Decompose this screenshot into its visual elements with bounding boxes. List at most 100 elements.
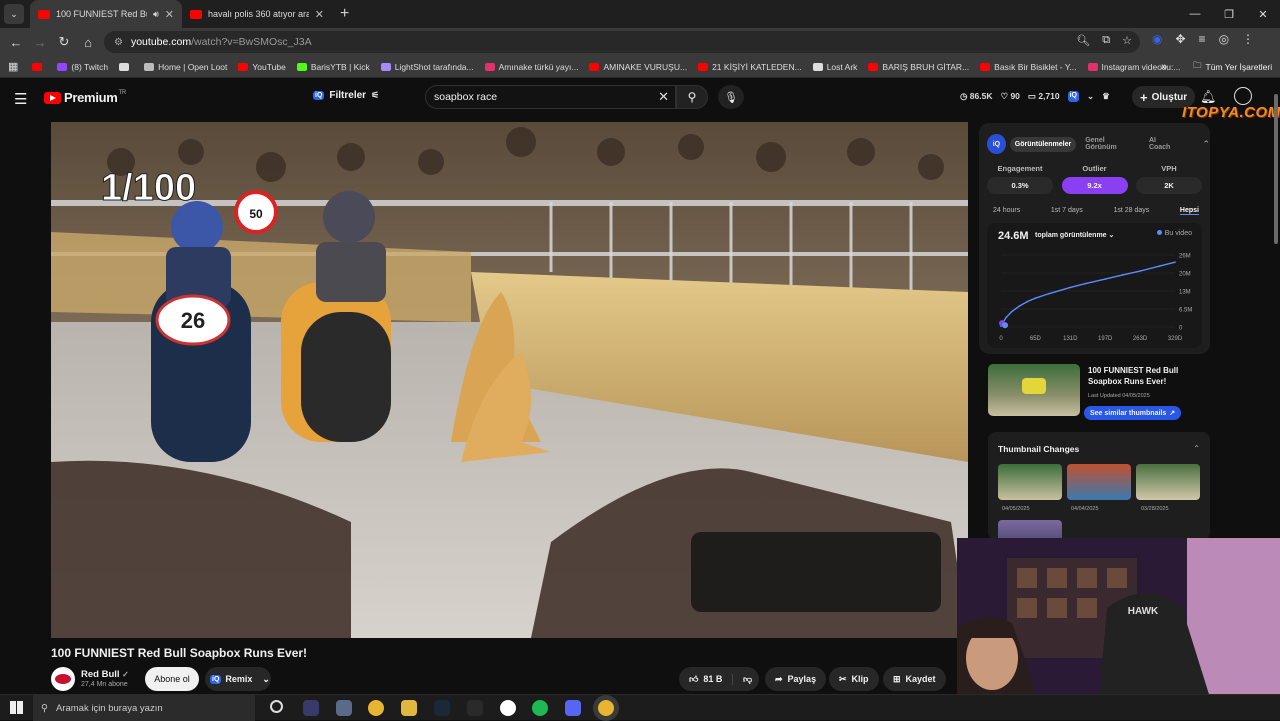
remix-button[interactable]: iQ Remix ⌄ [205,667,271,691]
steam-icon[interactable] [434,700,450,716]
like-button[interactable]: 👍︎ 81 B [679,674,727,685]
bookmark-item[interactable]: BarisYTB | Kick [296,62,370,72]
save-button[interactable]: ⊞ Kaydet [883,667,946,691]
range-24h[interactable]: 24 hours [993,207,1020,215]
puzzle-icon[interactable]: ✥ [1175,32,1185,46]
views-type-dropdown[interactable]: toplam görüntülenme ⌄ [1035,231,1114,239]
forward-icon[interactable]: → [28,35,52,50]
home-icon[interactable]: ⌂ [76,35,100,50]
bookmarks-overflow-icon[interactable]: » [1161,61,1167,73]
chrome-icon[interactable] [368,700,384,716]
close-tab-icon[interactable]: ✕ [315,8,324,21]
thumbnail-version[interactable] [1067,464,1131,500]
voice-search-button[interactable]: 🎙︎ [718,85,744,109]
folder-icon[interactable] [401,700,417,716]
bookmark-item[interactable] [119,62,133,71]
chrome-active-icon[interactable] [598,700,614,716]
x-tick-label: 65D [1030,336,1042,342]
thumbnail-change-marker[interactable] [1002,322,1009,329]
iq-icon: iQ [313,91,325,100]
bookmark-item[interactable]: Amınake türkü yayı... [484,62,578,72]
url-field[interactable]: ⚙ youtube.com/watch?v=BwSMOsc_J3A 🔍︎ ⧉ ☆ [104,31,1140,53]
youtube-logo[interactable]: Premium TR [44,90,126,105]
page-scrollbar[interactable] [1272,84,1280,244]
menu-icon[interactable]: ⋮ [1242,32,1254,46]
hamburger-menu-icon[interactable]: ☰ [14,90,27,108]
account-avatar[interactable] [1234,87,1252,105]
close-tab-icon[interactable]: ✕ [165,8,174,21]
x-tick-label: 0 [999,336,1003,342]
new-tab-button[interactable]: + [340,5,349,23]
range-28d[interactable]: 1st 28 days [1113,207,1149,215]
tab-search-button[interactable]: ⌄ [4,4,24,24]
app-icon[interactable] [467,700,483,716]
media-icon[interactable]: ≡ [1199,32,1206,46]
bookmarks-bar: ▦ (8) Twitch Home | Open Loot YouTube Baris… [0,56,1280,78]
thumbnail-version[interactable] [1136,464,1200,500]
share-button[interactable]: ➦ Paylaş [765,667,827,691]
install-icon[interactable]: ⧉ [1102,34,1110,47]
taskbar-search[interactable]: ⚲ Aramak için buraya yazın [33,695,255,721]
tab-overview[interactable]: Genel Görünüm [1080,133,1140,155]
bookmark-item[interactable]: YouTube [238,62,286,72]
bookmark-star-icon[interactable]: ☆ [1122,34,1132,47]
windows-start-icon[interactable] [10,701,23,714]
clear-search-icon[interactable]: ✕ [658,89,669,105]
bookmark-item[interactable]: Lost Ark [812,62,857,72]
chevron-up-icon[interactable]: ⌃ [1193,444,1200,453]
reload-icon[interactable]: ↻ [52,34,76,50]
spotify-icon[interactable] [532,700,548,716]
subscribe-button[interactable]: Abone ol [145,667,199,691]
all-bookmarks-folder[interactable]: 🗀 Tüm Yer İşaretleri [1193,60,1272,74]
channel-name[interactable]: Red Bull ✓ [81,669,129,680]
iq-icon[interactable]: iQ [1067,91,1079,102]
notifications-bell-icon[interactable]: 🔔︎ [1200,89,1217,105]
thumbnail-version[interactable] [998,520,1062,540]
video-player[interactable]: 26 50 1/100 [51,122,968,638]
dislike-button[interactable]: 👎︎ [732,673,752,685]
app-icon[interactable] [500,700,516,716]
collapse-icon[interactable]: ⌃ [1202,139,1210,150]
restore-icon[interactable]: ❐ [1212,0,1246,28]
site-info-icon[interactable]: ⚙ [114,37,123,48]
video-thumbnail[interactable] [988,364,1080,416]
search-button[interactable]: ⚲ [676,85,708,109]
bookmark-item[interactable]: BARIŞ BRUH GİTAR... [868,62,969,72]
url-actions: 🔍︎ ⧉ ☆ [1076,34,1132,47]
app-icon[interactable] [336,700,352,716]
chevron-down-icon[interactable]: ⌄ [1087,91,1094,102]
bookmark-item[interactable]: AMINAKE VURUŞU... [589,62,687,72]
data-point [1069,286,1072,289]
zoom-icon[interactable]: 🔍︎ [1076,34,1090,47]
trophy-icon[interactable]: ♛ [1102,91,1110,102]
similar-thumbnails-button[interactable]: See similar thumbnails ↗ [1084,406,1182,420]
bookmark-item[interactable]: LightShot tarafında... [380,62,474,72]
browser-tab-active[interactable]: 100 FUNNIEST Red Bull Soa 🔊︎ ✕ [30,0,182,28]
thumbnail-version[interactable] [998,464,1062,500]
search-input[interactable]: soapbox race ✕ [425,85,676,109]
range-all[interactable]: Hepsi [1179,207,1199,215]
bookmark-item[interactable]: 21 KİŞİYİ KATLEDEN... [698,62,802,72]
clip-button[interactable]: ✂ Klip [829,667,879,691]
extension-icon[interactable]: ◉ [1152,32,1162,46]
back-icon[interactable]: ← [4,35,28,50]
browser-tab[interactable]: havalı polis 360 atıyor arabayla ✕ [182,0,332,28]
tab-ai-coach[interactable]: AI Coach [1144,133,1183,155]
close-window-icon[interactable]: ✕ [1246,0,1280,28]
bookmark-item[interactable] [32,62,46,71]
apps-icon[interactable]: ▦ [8,60,18,73]
bookmark-item[interactable]: (8) Twitch [57,62,108,72]
channel-avatar[interactable] [51,667,75,691]
discord-icon[interactable] [565,700,581,716]
tab-views[interactable]: Görüntülenmeler [1009,136,1077,152]
y-tick-label: 13M [1179,290,1191,296]
bookmark-item[interactable]: Home | Open Loot [144,62,227,72]
minimize-icon[interactable]: — [1178,0,1212,28]
filters-button[interactable]: iQ Filtreler ⚟ [313,90,379,101]
task-view-icon[interactable] [270,700,283,713]
range-7d[interactable]: 1st 7 days [1051,207,1083,215]
audio-icon[interactable]: 🔊︎ [153,9,159,20]
bookmark-item[interactable]: Basık Bir Bisiklet - Y... [980,62,1077,72]
profile-icon[interactable]: ◎ [1219,32,1229,46]
app-icon[interactable] [303,700,319,716]
